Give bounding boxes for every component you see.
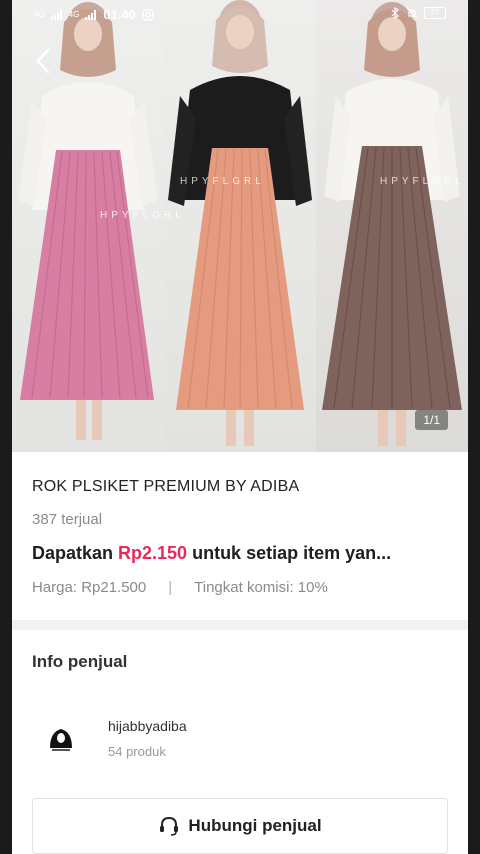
earning-amount: Rp2.150 [118,543,188,563]
commission-earning: Dapatkan Rp2.150 untuk setiap item yan..… [32,543,450,564]
network-indicator: 4G [34,9,45,19]
contact-seller-label: Hubungi penjual [188,816,322,835]
contact-seller-button[interactable]: Hubungi penjual [32,798,448,854]
clock: 01.40 [103,7,136,22]
earning-suffix: untuk setiap item yan... [187,543,392,563]
model-photo-peach [164,0,316,452]
price: Harga: Rp21.500 [32,579,147,596]
image-pager: 1/1 [415,410,448,430]
product-detail-screen: 4G 4G 01.40 53 HPYFLGRL HPYFLGRL HPYFLGR… [12,0,468,854]
model-figure [168,0,312,446]
bluetooth-icon [391,7,399,19]
instagram-icon [142,8,154,21]
seller-section-heading: Info penjual [32,652,128,671]
seller-name[interactable]: hijabbyadiba [108,718,187,734]
seller-avatar[interactable] [44,722,78,756]
status-bar: 4G 4G 01.40 53 [12,4,468,26]
product-image[interactable]: 4G 4G 01.40 53 HPYFLGRL HPYFLGRL HPYFLGR… [12,0,468,452]
earning-prefix: Dapatkan [32,543,119,563]
product-info-card: ROK PLSIKET PREMIUM BY ADIBA 387 terjual… [12,452,468,620]
model-figure [322,2,462,446]
seller-info-card: Info penjual hijabbyadiba 54 produk Hubu… [12,630,468,854]
battery-indicator: 53 [424,7,446,19]
seller-logo-icon [45,723,77,755]
network-indicator: 4G [68,9,80,19]
signal-icon [50,9,62,20]
chevron-left-icon [36,48,50,74]
watermark: HPYFLGRL [100,210,185,221]
divider: | [168,579,173,596]
watermark: HPYFLGRL [380,176,464,187]
price-commission-row: Harga: Rp21.500 | Tingkat komisi: 10% [32,579,328,596]
commission-rate: Tingkat komisi: 10% [194,579,328,596]
back-button[interactable] [30,46,56,76]
model-photo-brown [316,0,468,452]
seller-product-count: 54 produk [108,744,166,759]
mute-icon [406,7,418,19]
signal-icon [85,9,97,20]
product-title: ROK PLSIKET PREMIUM BY ADIBA [32,478,300,495]
sold-count: 387 terjual [32,511,103,528]
headset-icon [160,816,179,836]
watermark: HPYFLGRL [180,176,265,187]
